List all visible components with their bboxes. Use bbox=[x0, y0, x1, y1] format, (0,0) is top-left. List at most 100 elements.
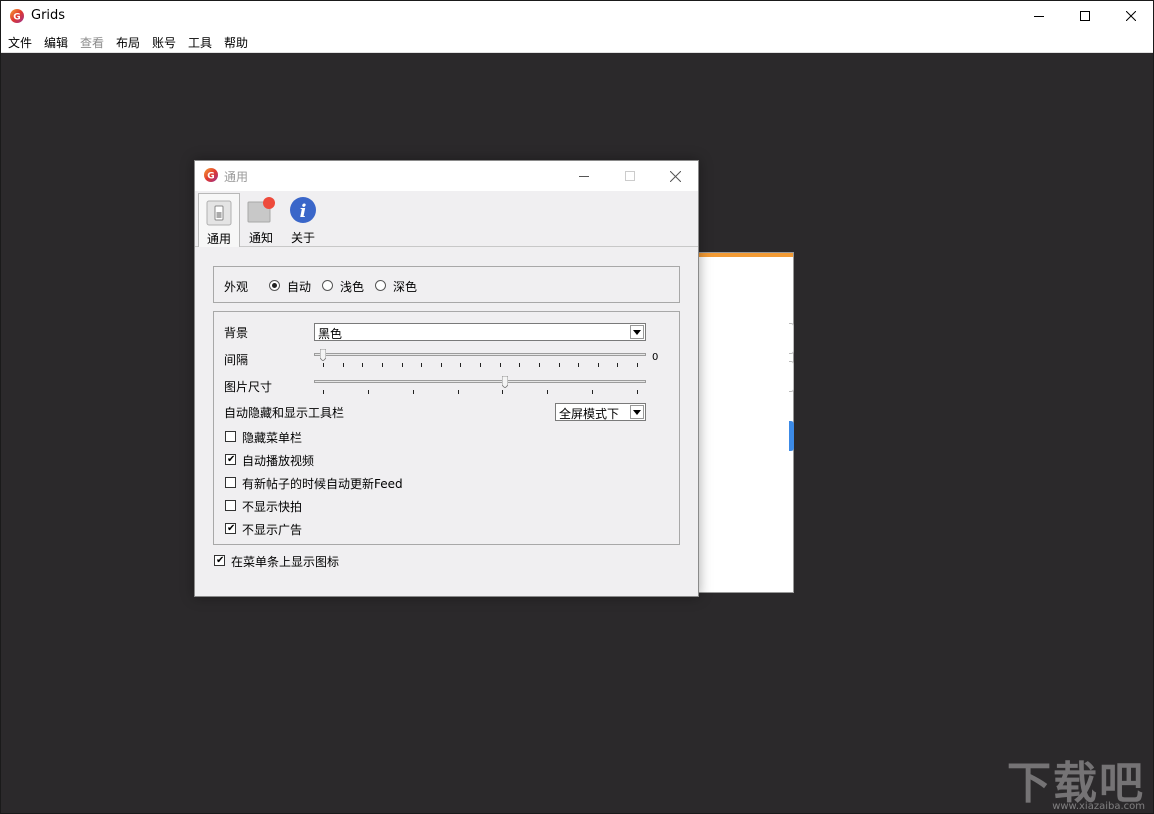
chevron-down-icon bbox=[630, 325, 644, 339]
autoplay-video-label[interactable]: 自动播放视频 bbox=[242, 452, 314, 469]
radio-light-label[interactable]: 浅色 bbox=[340, 278, 364, 295]
notification-badge-icon bbox=[246, 196, 276, 224]
toolbar-autohide-value: 全屏模式下 bbox=[559, 405, 619, 422]
spacing-slider-track[interactable] bbox=[314, 353, 646, 356]
toolbar-autohide-select[interactable]: 全屏模式下 bbox=[555, 403, 646, 421]
chevron-down-icon bbox=[630, 405, 644, 419]
login-password-field[interactable] bbox=[789, 361, 794, 392]
menu-view[interactable]: 查看 bbox=[80, 34, 104, 51]
menubar-icon-checkbox[interactable]: ✔ bbox=[214, 555, 225, 566]
slider-tick bbox=[637, 390, 638, 394]
menu-account[interactable]: 账号 bbox=[152, 34, 176, 51]
settings-dialog: G 通用 通用 bbox=[194, 160, 699, 597]
autoplay-video-checkbox[interactable]: ✔ bbox=[225, 454, 236, 465]
menu-edit[interactable]: 编辑 bbox=[44, 34, 68, 51]
app-logo-icon: G bbox=[10, 9, 24, 23]
toolbar-autohide-label: 自动隐藏和显示工具栏 bbox=[224, 404, 344, 421]
slider-tick bbox=[592, 390, 593, 394]
auto-refresh-feed-checkbox[interactable] bbox=[225, 477, 236, 488]
menu-file[interactable]: 文件 bbox=[8, 34, 32, 51]
slider-tick bbox=[458, 390, 459, 394]
slider-tick bbox=[382, 363, 383, 367]
hide-stories-label[interactable]: 不显示快拍 bbox=[242, 498, 302, 515]
login-username-field[interactable] bbox=[789, 323, 794, 354]
dialog-title: 通用 bbox=[224, 168, 248, 185]
close-button[interactable] bbox=[1108, 1, 1154, 31]
minimize-icon bbox=[579, 171, 589, 181]
spacing-value: 0 bbox=[652, 352, 658, 363]
slider-tick bbox=[421, 363, 422, 367]
slider-tick bbox=[500, 363, 501, 367]
dialog-close-button[interactable] bbox=[652, 161, 698, 191]
menu-layout[interactable]: 布局 bbox=[116, 34, 140, 51]
tab-about[interactable]: i 关于 bbox=[282, 193, 324, 247]
title-bar: G Grids bbox=[1, 1, 1153, 31]
checkmark-icon: ✔ bbox=[216, 555, 224, 566]
tab-notifications[interactable]: 通知 bbox=[240, 193, 282, 247]
appearance-group: 外观 自动 浅色 深色 bbox=[213, 266, 680, 303]
dialog-minimize-button[interactable] bbox=[561, 161, 607, 191]
image-size-label: 图片尺寸 bbox=[224, 378, 272, 395]
slider-tick bbox=[368, 390, 369, 394]
login-panel bbox=[698, 252, 794, 593]
maximize-button[interactable] bbox=[1062, 1, 1108, 31]
hide-stories-checkbox[interactable] bbox=[225, 500, 236, 511]
slider-tick bbox=[547, 390, 548, 394]
image-size-slider-thumb[interactable] bbox=[502, 376, 508, 388]
checkmark-icon: ✔ bbox=[227, 523, 235, 534]
radio-dark[interactable] bbox=[375, 280, 386, 291]
minimize-button[interactable] bbox=[1016, 1, 1062, 31]
radio-auto[interactable] bbox=[269, 280, 280, 291]
tab-label: 关于 bbox=[282, 229, 324, 246]
tab-label: 通用 bbox=[199, 230, 239, 247]
slider-tick bbox=[559, 363, 560, 367]
hide-menubar-label[interactable]: 隐藏菜单栏 bbox=[242, 429, 302, 446]
slider-tick bbox=[578, 363, 579, 367]
checkmark-icon: ✔ bbox=[227, 454, 235, 465]
tab-general[interactable]: 通用 bbox=[198, 193, 240, 247]
dialog-toolbar: 通用 通知 i 关于 bbox=[195, 191, 698, 247]
menu-help[interactable]: 帮助 bbox=[224, 34, 248, 51]
slider-tick bbox=[539, 363, 540, 367]
background-select[interactable]: 黑色 bbox=[314, 323, 646, 341]
hide-ads-checkbox[interactable]: ✔ bbox=[225, 523, 236, 534]
main-window: G Grids 文件 编辑 查看 布局 账号 工具 帮助 G bbox=[0, 0, 1154, 814]
background-select-value: 黑色 bbox=[318, 325, 342, 342]
info-icon: i bbox=[289, 196, 317, 224]
spacing-label: 间隔 bbox=[224, 351, 248, 368]
menu-tools[interactable]: 工具 bbox=[188, 34, 212, 51]
menubar-icon-label[interactable]: 在菜单条上显示图标 bbox=[231, 553, 339, 570]
maximize-icon bbox=[625, 171, 635, 181]
slider-tick bbox=[598, 363, 599, 367]
image-size-slider-track[interactable] bbox=[314, 380, 646, 383]
login-panel-accent-bar bbox=[699, 253, 793, 257]
slider-tick bbox=[502, 390, 503, 394]
menu-bar: 文件 编辑 查看 布局 账号 工具 帮助 bbox=[1, 31, 1153, 53]
radio-auto-label[interactable]: 自动 bbox=[287, 278, 311, 295]
auto-refresh-feed-label[interactable]: 有新帖子的时候自动更新Feed bbox=[242, 475, 403, 492]
radio-light[interactable] bbox=[322, 280, 333, 291]
login-button[interactable] bbox=[789, 421, 794, 451]
toggle-switch-icon bbox=[206, 200, 232, 226]
slider-tick bbox=[460, 363, 461, 367]
slider-tick bbox=[402, 363, 403, 367]
background-label: 背景 bbox=[224, 324, 248, 341]
window-title: Grids bbox=[31, 8, 65, 23]
hide-ads-label[interactable]: 不显示广告 bbox=[242, 521, 302, 538]
slider-tick bbox=[323, 390, 324, 394]
slider-tick bbox=[413, 390, 414, 394]
svg-text:G: G bbox=[207, 172, 214, 182]
tab-label: 通知 bbox=[240, 229, 282, 246]
spacing-slider-thumb[interactable] bbox=[320, 349, 326, 361]
slider-tick bbox=[617, 363, 618, 367]
app-logo-icon: G bbox=[204, 168, 218, 182]
radio-dark-label[interactable]: 深色 bbox=[393, 278, 417, 295]
dialog-title-bar: G 通用 bbox=[195, 161, 698, 191]
hide-menubar-checkbox[interactable] bbox=[225, 431, 236, 442]
appearance-label: 外观 bbox=[224, 278, 248, 295]
slider-tick bbox=[441, 363, 442, 367]
slider-tick bbox=[343, 363, 344, 367]
slider-tick bbox=[362, 363, 363, 367]
dialog-maximize-button[interactable] bbox=[607, 161, 653, 191]
svg-text:G: G bbox=[13, 13, 20, 23]
